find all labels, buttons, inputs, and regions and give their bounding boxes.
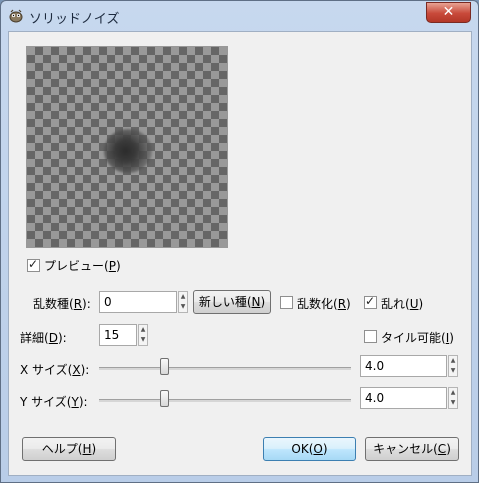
spin-up-icon[interactable]: ▲ — [449, 356, 457, 366]
spin-down-icon[interactable]: ▼ — [179, 302, 187, 312]
turbulent-checkbox[interactable] — [364, 294, 377, 309]
seed-spinner[interactable]: ▲ ▼ — [178, 291, 188, 313]
detail-spinner[interactable]: ▲ ▼ — [138, 324, 148, 346]
y-size-label: Y サイズ(Y): — [20, 395, 88, 409]
randomize-checkbox[interactable] — [280, 296, 293, 309]
y-size-input[interactable]: 4.0 — [360, 387, 447, 409]
turbulent-label: 乱れ(U) — [381, 297, 424, 311]
ok-button[interactable]: OK(O) — [263, 437, 356, 461]
spin-down-icon[interactable]: ▼ — [449, 398, 457, 408]
x-size-spinner[interactable]: ▲ ▼ — [448, 355, 458, 377]
detail-label: 詳細(D): — [20, 331, 67, 345]
gimp-icon — [9, 9, 23, 23]
close-icon: ✕ — [442, 4, 455, 20]
help-button[interactable]: ヘルプ(H) — [22, 437, 116, 461]
spin-down-icon[interactable]: ▼ — [139, 335, 147, 345]
preview-label: プレビュー(P) — [44, 259, 121, 273]
y-size-spinner[interactable]: ▲ ▼ — [448, 387, 458, 409]
y-size-slider-thumb[interactable] — [159, 390, 169, 407]
randomize-label: 乱数化(R) — [297, 297, 351, 311]
y-size-slider-track[interactable] — [99, 399, 351, 402]
spin-up-icon[interactable]: ▲ — [449, 388, 457, 398]
seed-label: 乱数種(R): — [33, 297, 91, 311]
seed-input[interactable]: 0 — [99, 291, 177, 313]
close-button[interactable]: ✕ — [426, 2, 471, 23]
x-size-slider-thumb[interactable] — [159, 358, 169, 375]
tileable-checkbox[interactable] — [364, 330, 377, 343]
new-seed-button[interactable]: 新しい種(N) — [193, 290, 271, 314]
tileable-label: タイル可能(I) — [381, 331, 454, 345]
x-size-label: X サイズ(X): — [20, 363, 90, 377]
spin-down-icon[interactable]: ▼ — [449, 366, 457, 376]
x-size-slider-track[interactable] — [99, 367, 351, 370]
x-size-input[interactable]: 4.0 — [360, 355, 447, 377]
window-title: ソリッドノイズ — [29, 12, 120, 27]
cancel-button[interactable]: キャンセル(C) — [365, 437, 459, 461]
preview-checkbox[interactable] — [27, 257, 40, 272]
spin-up-icon[interactable]: ▲ — [139, 325, 147, 335]
noise-preview-blob — [104, 129, 152, 173]
spin-up-icon[interactable]: ▲ — [179, 292, 187, 302]
preview-area[interactable] — [26, 46, 228, 248]
dialog-content: プレビュー(P) 乱数種(R): 0 ▲▼ 新しい種(N) 乱数化(R) 乱れ(… — [8, 31, 472, 476]
title-bar[interactable]: ソリッドノイズ ✕ — [1, 1, 478, 31]
detail-input[interactable]: 15 — [99, 324, 137, 346]
dialog-window: ソリッドノイズ ✕ プレビュー(P) 乱数種(R): 0 ▲▼ 新しい種(N) … — [0, 0, 479, 483]
